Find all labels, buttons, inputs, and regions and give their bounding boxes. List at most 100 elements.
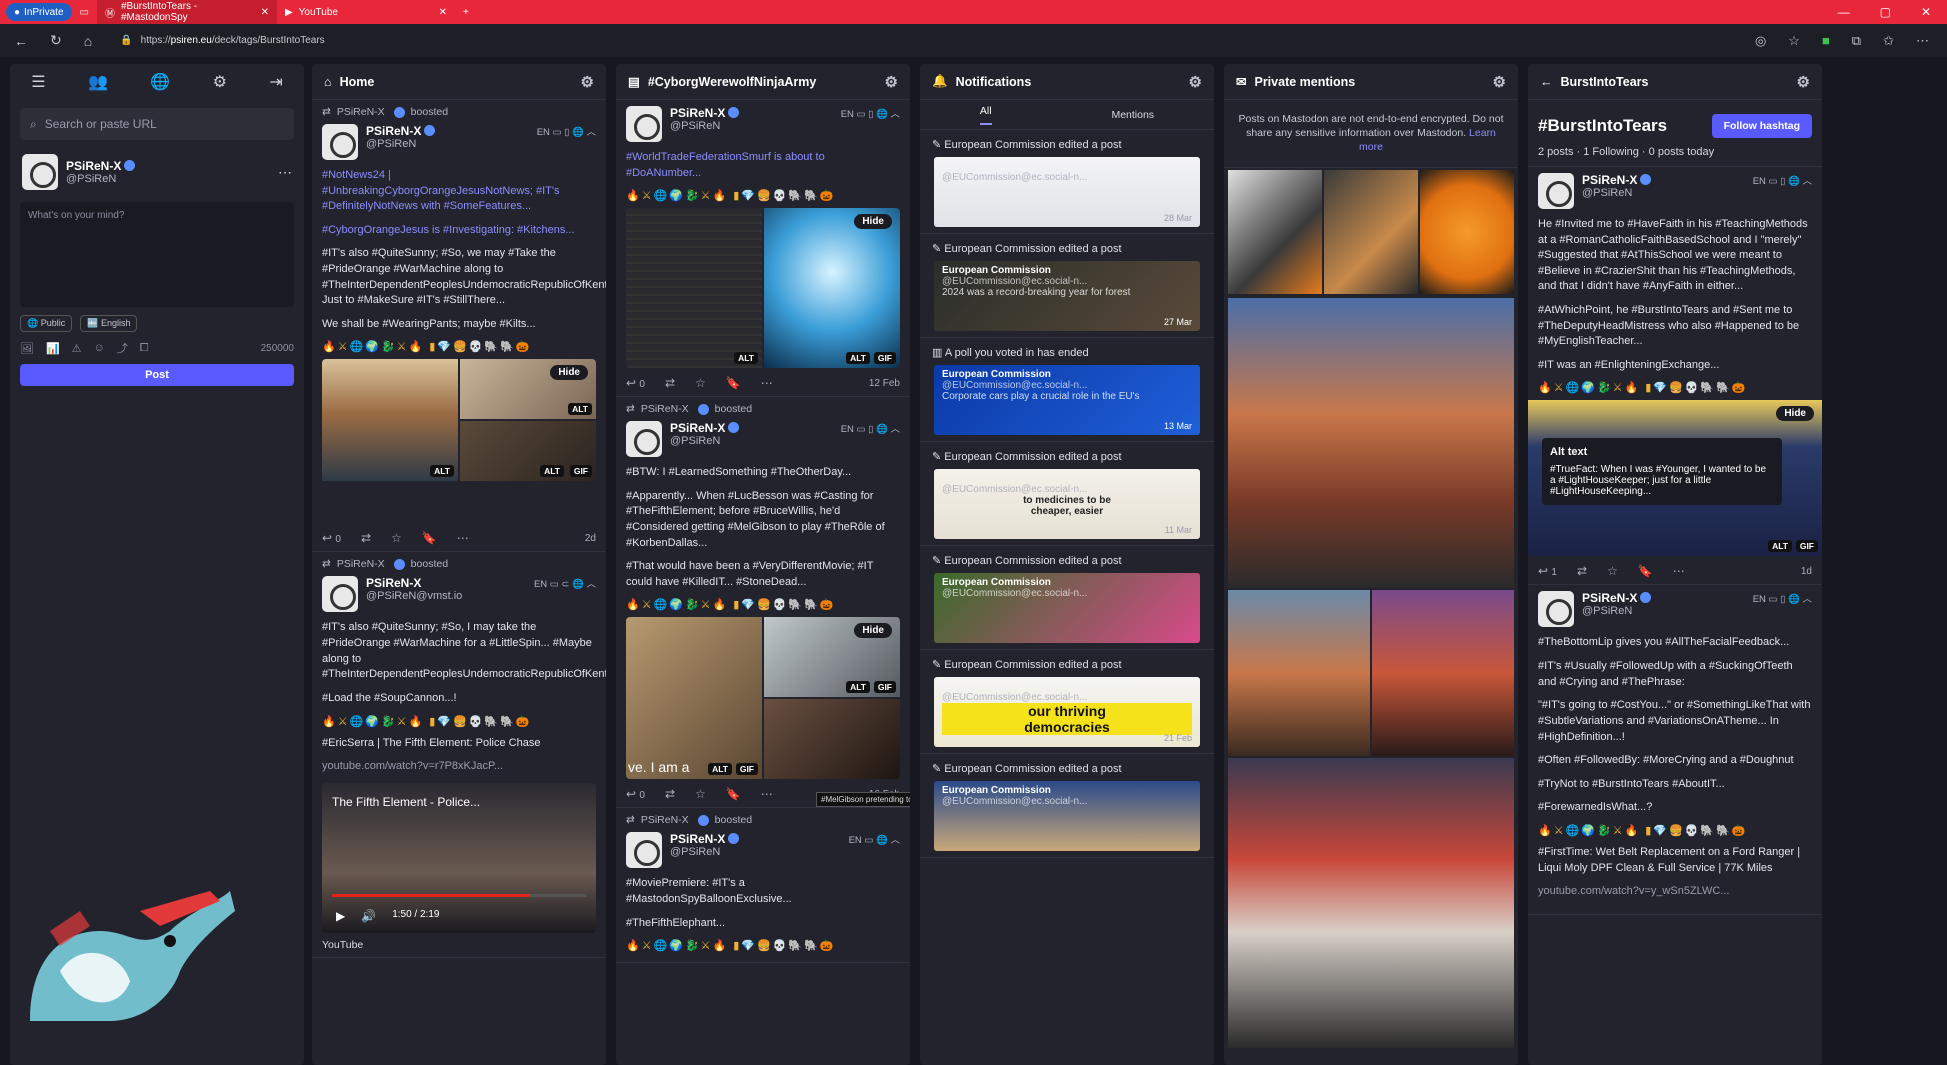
browser-tab-youtube[interactable]: ▶ YouTube ✕ bbox=[277, 0, 455, 24]
gif-badge[interactable]: GIF bbox=[569, 465, 592, 478]
alt-badge[interactable]: ALT bbox=[568, 403, 592, 416]
hide-media-button[interactable]: Hide bbox=[854, 623, 892, 639]
author-name[interactable]: PSiReN-X bbox=[670, 832, 725, 846]
status-date[interactable]: 1d bbox=[1801, 566, 1812, 577]
alt-badge[interactable]: ALT bbox=[846, 681, 870, 694]
avatar[interactable] bbox=[626, 106, 662, 142]
more-button[interactable]: ⋯ bbox=[761, 787, 773, 801]
search-input[interactable]: ⌕ Search or paste URL bbox=[20, 108, 294, 140]
boost-button[interactable]: ⇄ bbox=[665, 787, 675, 801]
link-url[interactable]: youtube.com/watch?v=r7P8xKJacP... bbox=[322, 759, 596, 775]
column-settings-icon[interactable]: ⚙ bbox=[1797, 73, 1810, 91]
hide-media-button[interactable]: Hide bbox=[550, 365, 588, 381]
avatar[interactable] bbox=[22, 154, 58, 190]
bookmark-button[interactable]: 🔖 bbox=[422, 531, 437, 545]
favorite-icon[interactable]: ☆ bbox=[1788, 33, 1800, 49]
share-icon[interactable]: ⤴ bbox=[117, 340, 128, 356]
gif-badge[interactable]: GIF bbox=[873, 681, 896, 694]
browser-tab-mastodon[interactable]: Ⓜ #BurstIntoTears - #MastodonSpy ✕ bbox=[96, 0, 277, 24]
status-post[interactable]: ⇄ PSiReN-X boosted PSiReN-X @PSiReN@vmst.io… bbox=[312, 552, 606, 958]
favourite-button[interactable]: ☆ bbox=[695, 787, 706, 801]
video-embed[interactable]: The Fifth Element - Police... ▶ 🔊 1:50 / 2… bbox=[322, 782, 596, 933]
play-icon[interactable]: ▶ bbox=[336, 909, 345, 923]
home-icon[interactable]: ⌂ bbox=[84, 33, 92, 49]
notification-item[interactable]: ▥ A poll you voted in has ended European … bbox=[920, 338, 1214, 442]
more-icon[interactable]: ⋯ bbox=[1916, 33, 1929, 49]
author-name[interactable]: PSiReN-X bbox=[366, 576, 421, 590]
gif-badge[interactable]: GIF bbox=[1795, 540, 1818, 553]
avatar[interactable] bbox=[322, 124, 358, 160]
status-date[interactable]: 12 Feb bbox=[869, 378, 900, 389]
boost-button[interactable]: ⇄ bbox=[1577, 564, 1587, 578]
link-url[interactable]: youtube.com/watch?v=y_wSn5ZLWC... bbox=[1538, 884, 1812, 900]
notification-item[interactable]: ✎ European Commission edited a postEurop… bbox=[920, 442, 1214, 546]
inprivate-badge[interactable]: ● InPrivate bbox=[6, 3, 72, 21]
new-tab-button[interactable]: + bbox=[455, 0, 477, 24]
notification-status-card[interactable]: European Commission@EUCommission@ec.soci… bbox=[934, 157, 1200, 227]
compose-textarea[interactable]: What's on your mind? bbox=[20, 202, 294, 307]
gif-badge[interactable]: GIF bbox=[873, 352, 896, 365]
status-post[interactable]: ⇄ PSiReN-X boosted PSiReN-X @PSiReN EN ▭ ▯ … bbox=[616, 397, 910, 809]
menu-icon[interactable]: ☰ bbox=[31, 72, 45, 92]
poll-icon[interactable]: 📊 bbox=[46, 342, 60, 355]
notification-item[interactable]: ✎ European Commission edited a postEurop… bbox=[920, 130, 1214, 234]
maximize-icon[interactable]: ▢ bbox=[1880, 5, 1891, 19]
notification-status-card[interactable]: European Commission@EUCommission@ec.soci… bbox=[934, 573, 1200, 643]
more-button[interactable]: ⋯ bbox=[1673, 564, 1685, 578]
close-tab-icon[interactable]: ✕ bbox=[261, 7, 269, 18]
tracking-icon[interactable]: ◎ bbox=[1755, 33, 1766, 49]
favourite-button[interactable]: ☆ bbox=[1607, 564, 1618, 578]
media-image[interactable]: Hide ALT bbox=[460, 359, 596, 420]
hide-media-button[interactable]: Hide bbox=[1776, 406, 1814, 422]
reply-button[interactable]: ↩ 0 bbox=[626, 376, 645, 390]
notification-item[interactable]: ✎ European Commission edited a postEurop… bbox=[920, 234, 1214, 338]
column-settings-icon[interactable]: ⚙ bbox=[1189, 73, 1202, 91]
reply-button[interactable]: ↩ 1 bbox=[1538, 564, 1557, 578]
avatar[interactable] bbox=[1538, 591, 1574, 628]
alt-badge[interactable]: ALT bbox=[708, 763, 732, 776]
follow-hashtag-button[interactable]: Follow hashtag bbox=[1711, 114, 1812, 138]
media-image[interactable] bbox=[1324, 169, 1418, 294]
avatar[interactable] bbox=[322, 576, 358, 613]
notification-status-card[interactable]: European Commission@EUCommission@ec.soci… bbox=[934, 365, 1200, 435]
more-button[interactable]: ⋯ bbox=[761, 376, 773, 390]
status-post[interactable]: ⇄ PSiReN-X boosted PSiReN-X @PSiReN EN ▭ ▯ … bbox=[312, 100, 606, 553]
people-icon[interactable]: 👥 bbox=[88, 72, 108, 92]
tab-mentions[interactable]: Mentions bbox=[1111, 109, 1154, 121]
notification-item[interactable]: ✎ European Commission edited a postEurop… bbox=[920, 754, 1214, 858]
back-arrow-icon[interactable]: ← bbox=[1540, 75, 1553, 89]
media-image[interactable] bbox=[1228, 297, 1514, 588]
volume-icon[interactable]: 🔊 bbox=[361, 909, 376, 923]
media-image[interactable]: ALT bbox=[322, 359, 458, 482]
gif-badge[interactable]: GIF bbox=[735, 763, 758, 776]
media-image[interactable]: Hide Alt text #TrueFact: When I was #Youn… bbox=[1528, 400, 1822, 557]
settings-icon[interactable]: ⚙ bbox=[213, 72, 227, 92]
account-menu-icon[interactable]: ⋯ bbox=[278, 164, 292, 181]
status-post[interactable]: PSiReN-X @PSiReN EN ▭ ▯ 🌐 ︿ #TheBottomLip… bbox=[1528, 585, 1822, 915]
status-date[interactable]: 2d bbox=[585, 533, 596, 544]
attach-media-icon[interactable]: 🖼 bbox=[20, 342, 34, 355]
status-post[interactable]: PSiReN-X @PSiReN EN ▭ ▯ 🌐 ︿ He #Invited m… bbox=[1528, 167, 1822, 586]
media-image[interactable] bbox=[1420, 169, 1514, 294]
author-name[interactable]: PSiReN-X bbox=[670, 421, 725, 435]
collections-icon[interactable]: ⧉ bbox=[1852, 33, 1861, 49]
column-settings-icon[interactable]: ⚙ bbox=[581, 73, 594, 91]
extension-icon[interactable]: ■ bbox=[1822, 33, 1830, 49]
reply-button[interactable]: ↩ 0 bbox=[626, 787, 645, 801]
close-window-icon[interactable]: ✕ bbox=[1921, 5, 1931, 19]
favorites-bar-icon[interactable]: ✩ bbox=[1883, 33, 1894, 49]
content-warning-icon[interactable]: ⚠ bbox=[72, 342, 82, 355]
hide-media-button[interactable]: Hide bbox=[854, 214, 892, 230]
alt-badge[interactable]: ALT bbox=[540, 465, 564, 478]
boost-button[interactable]: ⇄ bbox=[665, 376, 675, 390]
author-name[interactable]: PSiReN-X bbox=[366, 124, 421, 138]
bookmark-button[interactable]: 🔖 bbox=[726, 376, 741, 390]
bookmark-button[interactable]: 🔖 bbox=[726, 787, 741, 801]
media-image[interactable]: Hide ALT GIF bbox=[764, 208, 900, 369]
more-button[interactable]: ⋯ bbox=[457, 531, 469, 545]
author-name[interactable]: PSiReN-X bbox=[1582, 591, 1637, 605]
media-image[interactable] bbox=[764, 699, 900, 780]
notification-status-card[interactable]: European Commission@EUCommission@ec.soci… bbox=[934, 261, 1200, 331]
notification-status-card[interactable]: European Commission@EUCommission@ec.soci… bbox=[934, 781, 1200, 851]
status-post[interactable]: PSiReN-X @PSiReN EN ▭ ▯ 🌐 ︿ #WorldTradeFe… bbox=[616, 100, 910, 398]
